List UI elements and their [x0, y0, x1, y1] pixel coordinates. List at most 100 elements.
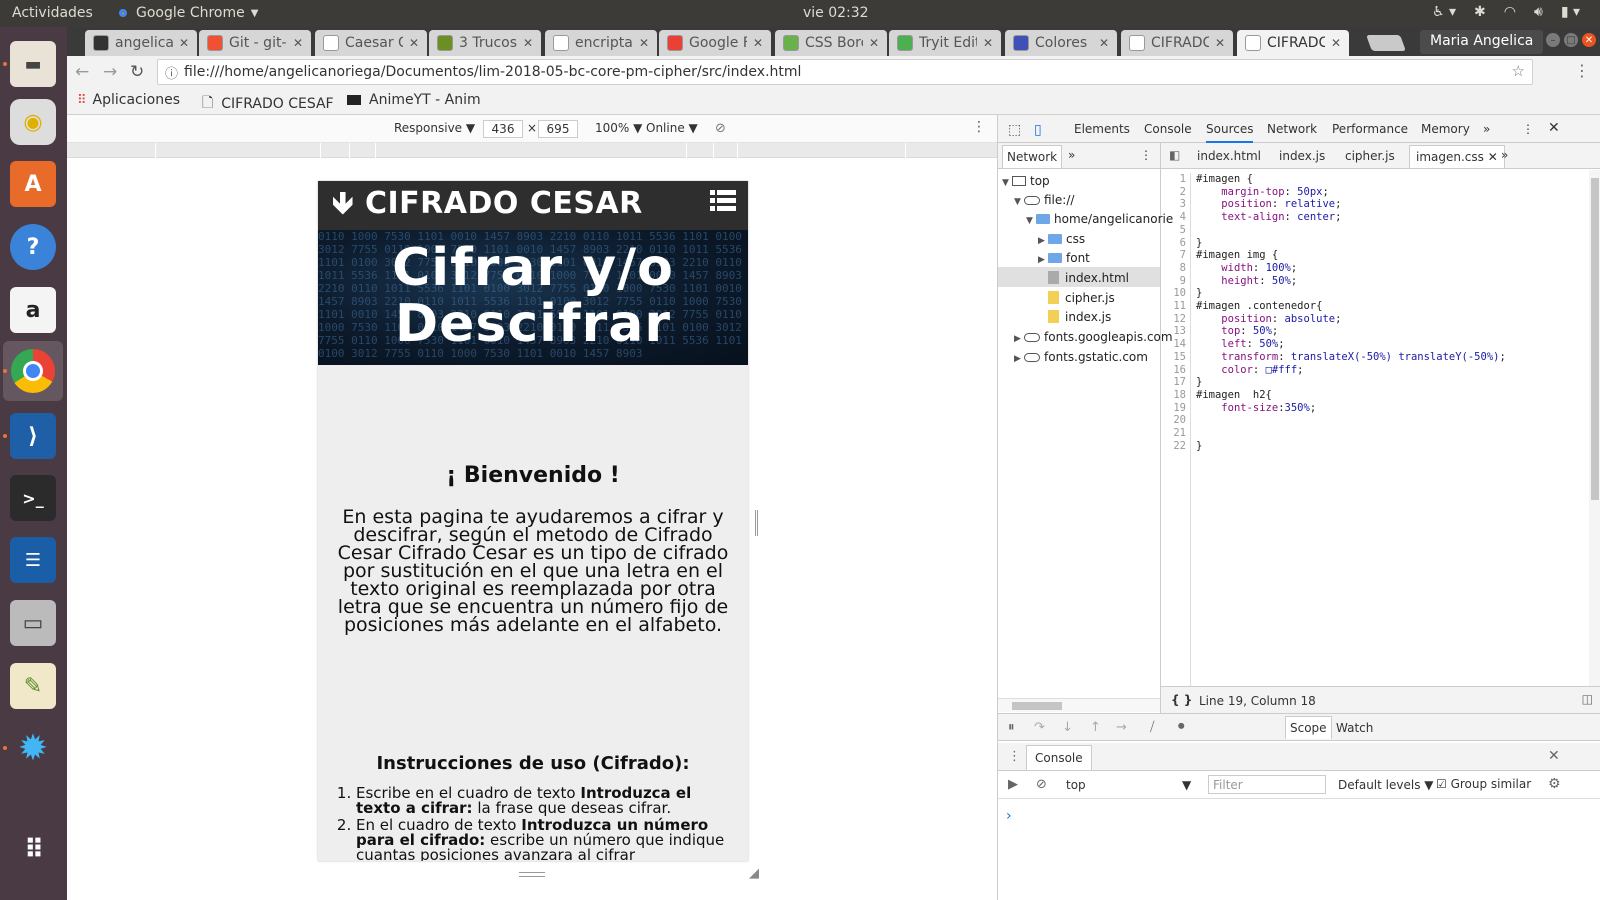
app-menu[interactable]: Google Chrome ▼: [116, 5, 258, 21]
help-icon[interactable]: ?: [10, 224, 56, 270]
code-line[interactable]: }: [1196, 440, 1506, 453]
browser-tab[interactable]: CIFRADC ✕: [1121, 30, 1233, 56]
system-tray[interactable]: ♿ ▾ ✱ ◠ 🔊︎ ▮ ▾: [1432, 4, 1580, 20]
device-height-input[interactable]: 695: [538, 120, 578, 138]
code-line[interactable]: #imagen .contenedor{: [1196, 300, 1506, 313]
close-tab-icon[interactable]: ✕: [179, 36, 189, 50]
close-tab-icon[interactable]: ✕: [869, 36, 879, 50]
rotate-icon[interactable]: ⊘: [715, 121, 726, 136]
code-line[interactable]: #imagen {: [1196, 173, 1506, 186]
browser-tab[interactable]: angelica ✕: [85, 30, 197, 56]
tab-watch[interactable]: Watch: [1336, 721, 1373, 735]
emulated-device-screen[interactable]: 🡻 CIFRADO CESAR 0110 1000 7530 1101 0010…: [318, 181, 748, 861]
new-tab-button[interactable]: [1366, 35, 1406, 51]
code-line[interactable]: height: 50%;: [1196, 275, 1506, 288]
code-line[interactable]: top: 50%;: [1196, 325, 1506, 338]
files-icon[interactable]: ▬: [10, 41, 56, 87]
step-into-icon[interactable]: ↓: [1062, 720, 1073, 735]
code-line[interactable]: #imagen img {: [1196, 249, 1506, 262]
pause-icon[interactable]: ⏸: [1008, 720, 1015, 735]
navigator-menu-icon[interactable]: ⋮: [1140, 148, 1152, 162]
device-toggle-icon[interactable]: ▯: [1034, 122, 1042, 138]
tab-sources[interactable]: Sources: [1206, 122, 1254, 143]
bookmark-animeyt[interactable]: AnimeYT - Anim: [347, 92, 481, 108]
bookmark-cifrado[interactable]: 🗋︎ CIFRADO CESAF: [202, 92, 334, 116]
address-bar[interactable]: ⓘ file:///home/angelicanoriega/Documento…: [157, 59, 1533, 85]
scrollbar-thumb[interactable]: [1012, 702, 1062, 710]
deactivate-breakpoints-icon[interactable]: ⧸: [1150, 720, 1154, 735]
device-mode-select[interactable]: Responsive ▼: [394, 121, 475, 135]
code-line[interactable]: [1196, 224, 1506, 237]
browser-tab[interactable]: Git - git-c ✕: [199, 30, 311, 56]
close-tab-icon[interactable]: ✕: [293, 36, 303, 50]
browser-tab[interactable]: 3 Trucos ✕: [429, 30, 541, 56]
code-line[interactable]: width: 100%;: [1196, 262, 1506, 275]
chrome-menu-icon[interactable]: ⋮: [1574, 61, 1590, 80]
tab-network[interactable]: Network: [1267, 122, 1317, 136]
close-tab-icon[interactable]: ✕: [1488, 150, 1498, 164]
profile-button[interactable]: Maria Angelica: [1420, 30, 1544, 54]
zoom-select[interactable]: 100% ▼: [595, 121, 642, 135]
toggle-debugger-icon[interactable]: ◫: [1582, 692, 1593, 706]
log-levels-select[interactable]: Default levels ▼: [1338, 778, 1434, 792]
close-tab-icon[interactable]: ✕: [753, 36, 763, 50]
code-line[interactable]: transform: translateX(-50%) translateY(-…: [1196, 351, 1506, 364]
code-line[interactable]: [1196, 427, 1506, 440]
console-settings-icon[interactable]: ⚙: [1548, 776, 1561, 792]
editor-scrollbar[interactable]: [1589, 170, 1600, 686]
code-line[interactable]: [1196, 414, 1506, 427]
close-drawer-icon[interactable]: ✕: [1548, 748, 1560, 764]
editor-tab-cipher-js[interactable]: cipher.js: [1345, 149, 1395, 163]
media-query-ruler[interactable]: [67, 143, 997, 158]
menu-list-icon[interactable]: [710, 189, 736, 213]
bookmark-star-icon[interactable]: ☆: [1512, 62, 1525, 80]
close-tab-icon[interactable]: ✕: [409, 36, 419, 50]
browser-tab[interactable]: CSS Borc ✕: [775, 30, 887, 56]
tree-item-index-js[interactable]: index.js: [1048, 310, 1111, 324]
close-tab-icon[interactable]: ✕: [1099, 36, 1109, 50]
editor-tab-index-html[interactable]: index.html: [1197, 149, 1261, 163]
scrollbar-thumb[interactable]: [1591, 178, 1599, 500]
group-similar-checkbox[interactable]: ☑ Group similar: [1436, 777, 1531, 791]
drawer-menu-icon[interactable]: ⋮: [1008, 749, 1021, 764]
code-line[interactable]: }: [1196, 376, 1506, 389]
code-line[interactable]: }: [1196, 237, 1506, 250]
sidebar-toggle-icon[interactable]: ▶︎: [1008, 777, 1018, 792]
navigator-scrollbar[interactable]: [998, 698, 1160, 712]
info-icon[interactable]: ⓘ: [165, 63, 178, 82]
code-line[interactable]: margin-top: 50px;: [1196, 186, 1506, 199]
chrome-launcher-icon[interactable]: [3, 341, 63, 401]
reload-icon[interactable]: ↻: [130, 62, 144, 82]
bookmark-apps[interactable]: ⠿ Aplicaciones: [77, 92, 180, 108]
code-line[interactable]: left: 50%;: [1196, 338, 1506, 351]
code-line[interactable]: position: absolute;: [1196, 313, 1506, 326]
volume-icon[interactable]: 🔊︎: [1534, 4, 1543, 20]
context-select[interactable]: top ▼: [1066, 778, 1191, 792]
code-line[interactable]: position: relative;: [1196, 198, 1506, 211]
back-icon[interactable]: ←: [75, 62, 89, 82]
step-over-icon[interactable]: ↷: [1034, 720, 1045, 735]
more-tabs-icon[interactable]: »: [1483, 122, 1490, 136]
tab-memory[interactable]: Memory: [1421, 122, 1470, 136]
accessibility-icon[interactable]: ♿ ▾: [1432, 4, 1456, 20]
tree-item-css[interactable]: ▶ css: [1038, 232, 1085, 246]
resize-corner-icon[interactable]: ◢: [749, 866, 759, 881]
tree-item-googleapis[interactable]: ▶ fonts.googleapis.com: [1014, 330, 1173, 344]
settings-icon[interactable]: ✹: [10, 725, 56, 771]
apps-grid-icon[interactable]: ⠿: [10, 827, 56, 873]
close-tab-icon[interactable]: ✕: [523, 36, 533, 50]
code-line[interactable]: #imagen h2{: [1196, 389, 1506, 402]
close-tab-icon[interactable]: ✕: [1215, 36, 1225, 50]
resize-handle-right[interactable]: [755, 510, 758, 536]
software-center-icon[interactable]: A: [10, 161, 56, 207]
close-tab-icon[interactable]: ✕: [639, 36, 649, 50]
tree-item-gstatic[interactable]: ▶ fonts.gstatic.com: [1014, 350, 1148, 364]
devtools-menu-icon[interactable]: ⋮: [1522, 122, 1534, 136]
close-tab-icon[interactable]: ✕: [983, 36, 993, 50]
network-throttle-select[interactable]: Online ▼: [646, 121, 698, 135]
step-out-icon[interactable]: ↑: [1090, 720, 1101, 735]
activities-button[interactable]: Actividades: [12, 5, 93, 21]
console-prompt[interactable]: ›: [1006, 808, 1012, 824]
terminal-icon[interactable]: >_: [10, 475, 56, 521]
tab-performance[interactable]: Performance: [1332, 122, 1408, 136]
